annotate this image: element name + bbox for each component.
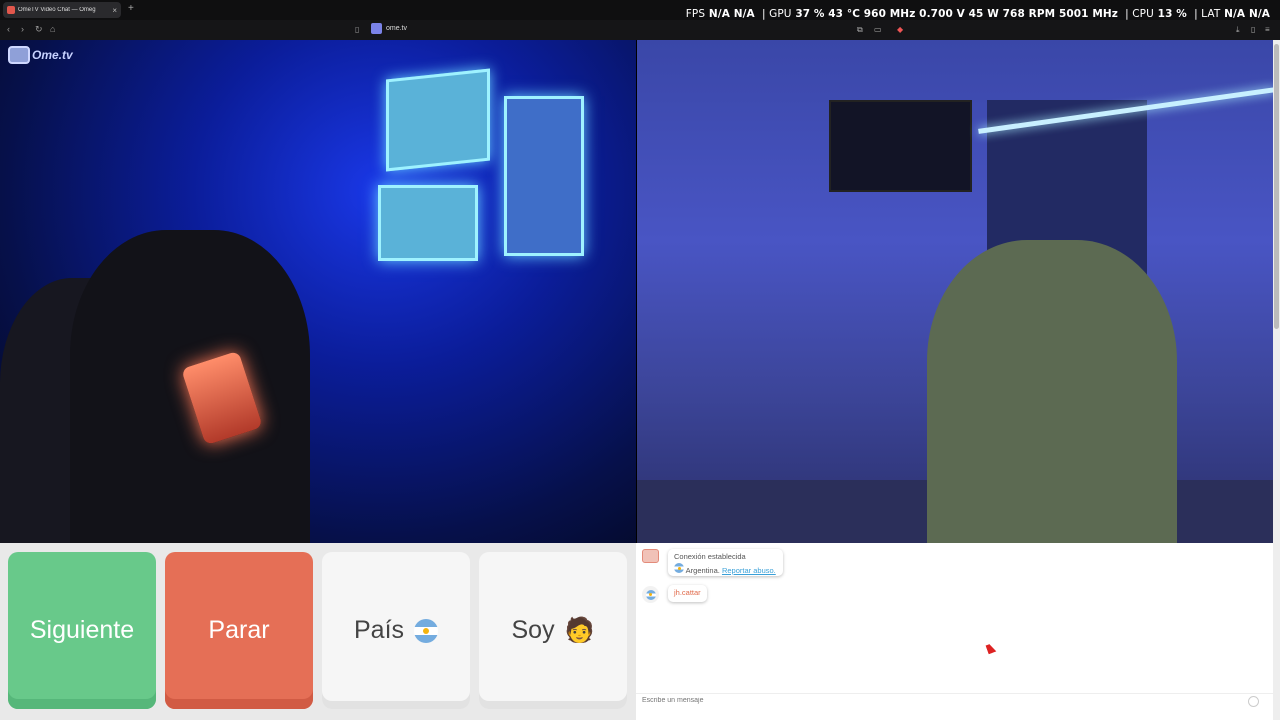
- tv-logo-icon: [8, 46, 30, 64]
- gender-button[interactable]: Soy 🧑: [479, 552, 627, 709]
- forward-icon[interactable]: ›: [21, 24, 24, 34]
- argentina-flag-icon: [674, 563, 684, 573]
- poster-players: [504, 96, 584, 256]
- poster-stadium: [386, 68, 490, 172]
- chat-panel: Conexión establecida Argentina. Reportar…: [636, 543, 1273, 720]
- remote-video: [637, 40, 1273, 543]
- control-panel: Siguiente Parar País Soy 🧑 Conexión esta…: [0, 543, 1280, 720]
- translate-icon[interactable]: ⧉: [857, 25, 863, 35]
- stop-button[interactable]: Parar: [165, 552, 313, 709]
- system-message: Conexión establecida Argentina. Reportar…: [668, 549, 783, 576]
- new-tab-icon[interactable]: +: [128, 3, 134, 14]
- next-button[interactable]: Siguiente: [8, 552, 156, 709]
- reload-icon[interactable]: ↻: [35, 24, 43, 35]
- sidebar-icon[interactable]: ▯: [1251, 25, 1255, 34]
- argentina-flag-icon: [414, 618, 439, 643]
- scrollbar-thumb[interactable]: [1274, 44, 1279, 329]
- url-field[interactable]: ome.tv: [371, 23, 407, 34]
- page-scrollbar[interactable]: [1273, 40, 1280, 720]
- poster-car: [378, 185, 478, 261]
- site-icon: [371, 23, 382, 34]
- argentina-flag-icon: [645, 589, 656, 600]
- wall-tv: [829, 100, 972, 192]
- country-button[interactable]: País: [322, 552, 470, 709]
- message-text: jh.cattar: [674, 588, 701, 597]
- ometv-logo: Ome.tv: [8, 46, 73, 64]
- tab-title: OmeTV Video Chat — Omeg: [18, 7, 96, 13]
- address-bar: ‹ › ↻ ⌂ ▯ ome.tv ⧉ ▭ ◆ ⤓ ▯ ≡: [0, 20, 1280, 40]
- back-icon[interactable]: ‹: [7, 24, 10, 34]
- bookmark-icon[interactable]: ▯: [355, 25, 359, 34]
- gender-icon: 🧑: [564, 617, 595, 644]
- emoji-icon[interactable]: [1248, 696, 1259, 707]
- ometv-system-icon: [642, 549, 659, 563]
- local-video: Ome.tv: [0, 40, 636, 543]
- partner-avatar: [642, 586, 659, 603]
- menu-icon[interactable]: ≡: [1265, 25, 1270, 34]
- screenshot-icon[interactable]: ▭: [874, 25, 882, 34]
- close-tab-icon[interactable]: ×: [112, 6, 117, 15]
- shield-icon[interactable]: ◆: [897, 25, 903, 34]
- tab-bar: OmeTV Video Chat — Omeg × + FPS N/A N/A …: [0, 0, 1280, 20]
- chat-message: jh.cattar: [668, 585, 707, 602]
- home-icon[interactable]: ⌂: [50, 24, 55, 34]
- message-bar: [636, 693, 1273, 711]
- report-abuse-link[interactable]: Reportar abuso.: [722, 566, 776, 575]
- partner-person: [927, 240, 1177, 543]
- browser-tab[interactable]: OmeTV Video Chat — Omeg ×: [3, 2, 121, 18]
- performance-overlay: FPS N/A N/A | GPU 37 % 43 °C 960 MHz 0.7…: [685, 8, 1270, 20]
- download-icon[interactable]: ⤓: [1236, 25, 1240, 35]
- ometv-favicon-icon: [7, 6, 15, 14]
- message-input[interactable]: [642, 697, 1222, 704]
